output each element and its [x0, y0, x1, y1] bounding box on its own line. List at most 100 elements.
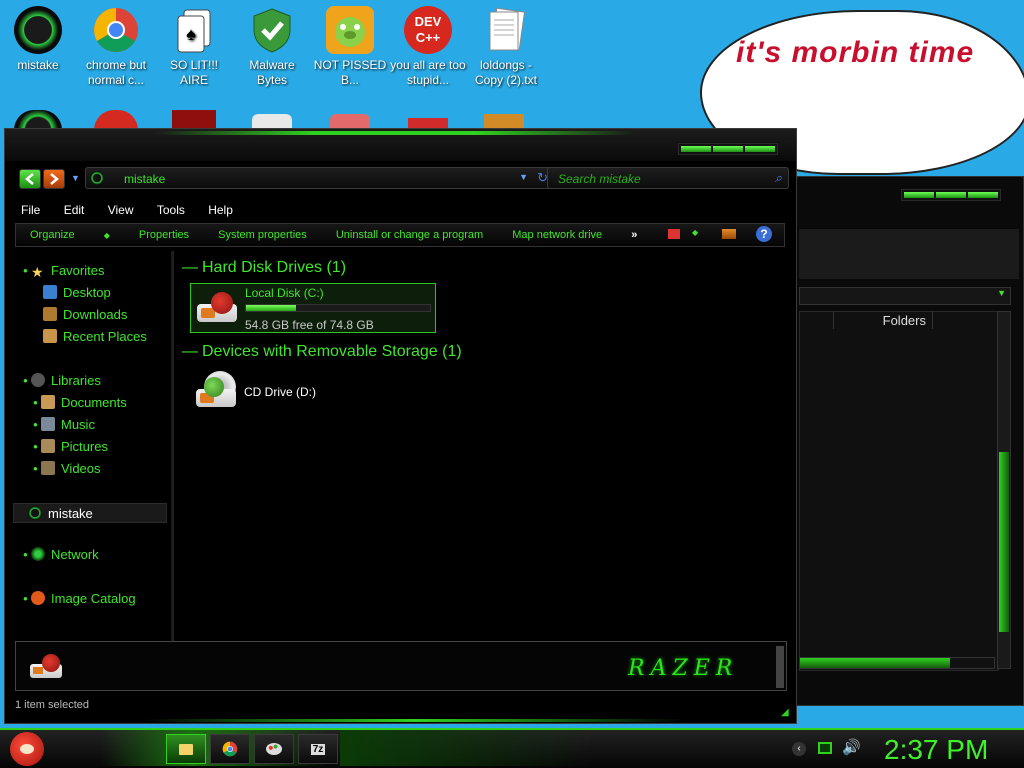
sidebar-item-documents[interactable]: ● Documents — [33, 395, 127, 415]
navigation-pane: ● ★ Favorites Desktop Downloads Recent Pla… — [13, 255, 173, 639]
search-input[interactable]: Search mistake ⌕ — [547, 167, 789, 189]
sidebar-item-mistake[interactable]: mistake — [13, 503, 167, 523]
desktop-icon-loldongs[interactable]: loldongs - Copy (2).txt — [468, 6, 544, 88]
drive-item-c[interactable]: Local Disk (C:) 54.8 GB free of 74.8 GB — [190, 283, 436, 333]
7zip-icon: 7z — [310, 743, 326, 755]
system-properties-button[interactable]: System properties — [218, 229, 307, 241]
recent-pages-chevron-icon[interactable]: ▼ — [71, 173, 80, 183]
desktop-icon-row2-razer[interactable] — [14, 110, 62, 130]
view-options-icon[interactable] — [668, 229, 680, 239]
expand-bullet-icon[interactable]: ● — [23, 550, 31, 559]
organize-dropdown-icon: ◆ — [103, 231, 110, 240]
shield-check-icon — [248, 6, 296, 54]
caption-buttons[interactable] — [678, 143, 778, 155]
group-header-hard-disk[interactable]: — Hard Disk Drives (1) — [182, 259, 346, 277]
collapse-dash-icon[interactable]: — — [182, 343, 198, 360]
expand-bullet-icon[interactable]: ● — [23, 266, 31, 275]
organize-label: Organize — [30, 229, 75, 241]
help-icon[interactable]: ? — [756, 226, 772, 242]
address-input[interactable]: mistake ▼ ↻ — [85, 167, 555, 189]
more-commands-icon[interactable]: » — [631, 229, 637, 241]
videos-icon — [41, 461, 55, 475]
desktop-icon-bad-piggies[interactable]: NOT PISSED B... — [312, 6, 388, 88]
details-pane-edge — [776, 646, 784, 688]
taskbar-7zip-button[interactable]: 7z — [298, 734, 338, 764]
sidebar-item-pictures[interactable]: ● Pictures — [33, 439, 108, 459]
expand-bullet-icon[interactable]: ● — [33, 442, 41, 451]
expand-bullet-icon[interactable]: ● — [23, 594, 31, 603]
menu-file[interactable]: File — [15, 199, 40, 217]
map-network-drive-button[interactable]: Map network drive — [512, 229, 602, 241]
explorer-window[interactable]: ▼ mistake ▼ ↻ Search mistake ⌕ File Edit… — [4, 128, 797, 724]
sidebar-item-favorites[interactable]: ● ★ Favorites — [23, 263, 104, 283]
sidebar-item-desktop[interactable]: Desktop — [43, 285, 111, 305]
downloads-folder-icon — [43, 307, 57, 321]
maximize-button[interactable] — [713, 146, 743, 152]
expand-bullet-icon[interactable]: ● — [33, 420, 41, 429]
bg-window-scrollbar[interactable] — [997, 311, 1011, 669]
volume-icon[interactable]: 🔊 — [842, 738, 861, 756]
menu-view[interactable]: View — [102, 199, 134, 217]
menu-tools[interactable]: Tools — [151, 199, 185, 217]
sidebar-item-downloads[interactable]: Downloads — [43, 307, 127, 327]
back-button[interactable] — [19, 169, 41, 189]
menu-help[interactable]: Help — [202, 199, 233, 217]
window-titlebar[interactable] — [5, 129, 796, 161]
address-path: mistake — [124, 172, 166, 186]
group-header-removable[interactable]: — Devices with Removable Storage (1) — [182, 343, 462, 361]
taskbar-paint-button[interactable] — [254, 734, 294, 764]
image-catalog-icon — [31, 591, 45, 605]
expand-bullet-icon[interactable]: ● — [33, 398, 41, 407]
music-icon — [41, 417, 55, 431]
desktop-icon-mistake[interactable]: mistake — [0, 6, 76, 73]
taskbar-clock[interactable]: 2:37 PM — [884, 734, 988, 766]
minimize-button[interactable] — [681, 146, 711, 152]
sidebar-item-image-catalog[interactable]: ● Image Catalog — [23, 591, 136, 611]
sidebar-item-network[interactable]: ● Network — [23, 547, 99, 567]
expand-bullet-icon[interactable]: ● — [33, 464, 41, 473]
desktop-icon-solitaire[interactable]: ♠ SO LIT!!! AIRE — [156, 6, 232, 88]
hscroll-thumb[interactable] — [800, 658, 950, 668]
bg-window-caption-buttons[interactable] — [901, 189, 1001, 201]
desktop-icon-devcpp[interactable]: DEV C++ you all are too stupid... — [390, 6, 466, 88]
desktop-icon-malwarebytes[interactable]: Malware Bytes — [234, 6, 310, 88]
action-center-icon[interactable] — [818, 742, 832, 754]
taskbar-chrome-button[interactable] — [210, 734, 250, 764]
forward-button[interactable] — [43, 169, 65, 189]
drive-c-free-space: 54.8 GB free of 74.8 GB — [245, 318, 374, 332]
search-icon[interactable]: ⌕ — [775, 170, 782, 186]
resize-grip-icon[interactable]: ◢ — [781, 707, 789, 718]
bg-window-dropdown[interactable]: ▼ — [799, 287, 1011, 305]
folders-column-header[interactable]: Folders — [833, 311, 933, 329]
scroll-thumb[interactable] — [999, 452, 1009, 632]
preview-pane-icon[interactable] — [722, 229, 736, 239]
sidebar-item-libraries[interactable]: ● Libraries — [23, 373, 101, 393]
window-bottom-glow — [145, 719, 685, 722]
start-button[interactable] — [10, 732, 44, 766]
show-hidden-icons-button[interactable]: ‹ — [792, 742, 806, 756]
sidebar-item-recent-places[interactable]: Recent Places — [43, 329, 147, 349]
properties-button[interactable]: Properties — [139, 229, 189, 241]
expand-bullet-icon[interactable]: ● — [23, 376, 31, 385]
sidebar-item-videos[interactable]: ● Videos — [33, 461, 101, 481]
sidebar-label: mistake — [48, 506, 93, 521]
drive-item-d[interactable]: CD Drive (D:) — [190, 369, 390, 415]
collapse-dash-icon[interactable]: — — [182, 259, 198, 276]
desktop-icon-chrome[interactable]: chrome but normal c... — [78, 6, 154, 88]
view-dropdown-icon[interactable]: ◆ — [692, 228, 698, 237]
close-button[interactable] — [745, 146, 775, 152]
organize-button[interactable]: Organize ◆ — [30, 229, 110, 241]
bg-window-toolbar — [799, 229, 1019, 279]
desktop-icon-row2-opera[interactable] — [94, 110, 138, 130]
sidebar-label: Desktop — [63, 285, 111, 300]
uninstall-program-button[interactable]: Uninstall or change a program — [336, 229, 483, 241]
address-dropdown-icon[interactable]: ▼ — [519, 172, 528, 182]
taskbar-explorer-button[interactable] — [166, 734, 206, 764]
sidebar-item-music[interactable]: ● Music — [33, 417, 95, 437]
star-icon: ★ — [31, 264, 44, 280]
background-explorer-window[interactable]: ▼ Folders — [790, 176, 1024, 706]
menu-edit[interactable]: Edit — [58, 199, 85, 217]
desktop-icon-row2-flash[interactable] — [172, 110, 216, 130]
cd-drive-icon — [194, 371, 238, 411]
bg-window-hscroll[interactable] — [799, 657, 995, 669]
